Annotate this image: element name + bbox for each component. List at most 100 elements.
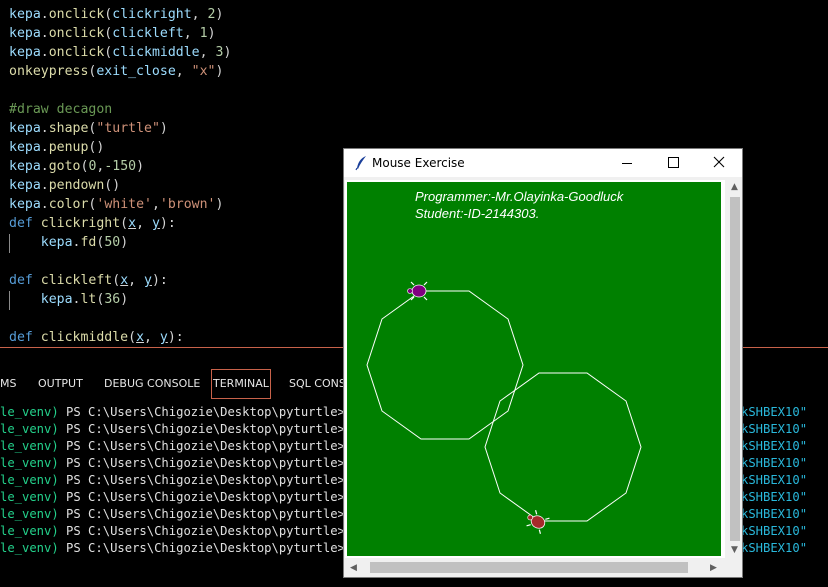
feather-icon [355,156,366,171]
code-token: def [9,216,41,231]
code-token: , [191,7,208,22]
terminal-env: le_venv) [0,405,59,419]
vertical-scroll-thumb[interactable] [730,197,740,541]
code-token: exit_close [96,64,176,79]
code-line: kepa.onclick(clickmiddle, 3) [9,43,231,62]
vertical-scrollbar[interactable]: ▲ ▼ [728,179,742,559]
scroll-right-icon[interactable]: ▶ [710,563,717,573]
code-token: . [40,121,49,136]
code-token: y [144,273,152,288]
code-token: onclick [48,7,105,22]
code-line: kepa.pendown() [9,176,120,195]
code-token: ) [215,7,224,22]
terminal-command-tail: kSHBEX10" [741,456,808,470]
terminal-command-tail: kSHBEX10" [741,405,808,419]
code-token: . [40,178,49,193]
code-token: kepa [9,140,41,155]
code-token: kepa [9,26,41,41]
tab-terminal[interactable]: TERMINAL [211,369,271,399]
scroll-up-icon[interactable]: ▲ [731,182,738,192]
code-token: , [151,197,160,212]
terminal-env: le_venv) [0,490,59,504]
code-token: ): [159,216,176,231]
code-token: 36 [104,292,121,307]
code-token: #draw decagon [9,102,113,117]
code-token: , [136,216,152,231]
code-token: clickmiddle [40,330,129,345]
code-token: ) [223,45,232,60]
terminal-env: le_venv) [0,507,59,521]
code-line: kepa.fd(50) [9,233,128,252]
minimize-button[interactable] [604,149,650,177]
terminal-prompt: PS C:\Users\Chigozie\Desktop\pyturtle> [58,541,353,555]
code-line: kepa.onclick(clickleft, 1) [9,24,216,43]
code-token: def [9,330,41,345]
code-token: clickright [40,216,121,231]
indent-guide [9,234,10,253]
code-token: . [40,140,49,155]
close-button[interactable] [696,149,742,177]
terminal-command-tail: kSHBEX10" [741,524,808,538]
tab-output[interactable]: OUTPUT [38,369,83,399]
terminal-command-tail: kSHBEX10" [741,490,808,504]
code-token: onclick [48,45,105,60]
code-token: ( [128,330,137,345]
code-token: shape [48,121,89,136]
code-token: ) [120,235,129,250]
terminal-env: le_venv) [0,439,59,453]
code-token: 50 [104,235,121,250]
terminal-env: le_venv) [0,541,59,555]
window-titlebar[interactable]: Mouse Exercise [344,149,742,177]
terminal-command-tail: kSHBEX10" [741,541,808,555]
programmer-label: Programmer:-Mr.Olayinka-Goodluck [415,189,625,204]
code-token: onkeypress [9,64,89,79]
code-token: ) [136,159,145,174]
code-line: kepa.color('white','brown') [9,195,223,214]
tab-problems[interactable]: MS [0,369,16,399]
indent-guide [9,291,10,310]
code-token: -150 [104,159,137,174]
scroll-down-icon[interactable]: ▼ [731,545,738,555]
terminal-env: le_venv) [0,456,59,470]
terminal-command-tail: kSHBEX10" [741,473,808,487]
terminal-env: le_venv) [0,524,59,538]
code-token: . [40,45,49,60]
code-token: kepa [9,45,41,60]
code-token: "turtle" [96,121,160,136]
terminal-line: le_venv) PS C:\Users\Chigozie\Desktop\py… [0,472,367,489]
terminal-prompt: PS C:\Users\Chigozie\Desktop\pyturtle> [58,473,353,487]
code-line: def clickmiddle(x, y): [9,328,184,347]
scroll-left-icon[interactable]: ◀ [350,563,357,573]
horizontal-scroll-thumb[interactable] [370,562,688,573]
turtle-canvas[interactable]: Programmer:-Mr.Olayinka-Goodluck Student… [344,179,728,559]
code-token: , [128,273,145,288]
code-token: kepa [40,235,73,250]
terminal-line: le_venv) PS C:\Users\Chigozie\Desktop\py… [0,404,367,421]
student-label: Student:-ID-2144303. [415,206,539,221]
terminal-prompt: PS C:\Users\Chigozie\Desktop\pyturtle> [58,524,353,538]
code-token: y [159,330,168,345]
code-token: x [136,330,145,345]
maximize-button[interactable] [650,149,696,177]
terminal-prompt: PS C:\Users\Chigozie\Desktop\pyturtle> [58,439,353,453]
code-token: ) [120,292,129,307]
horizontal-scrollbar[interactable]: ◀ ▶ [344,559,728,577]
terminal-prompt: PS C:\Users\Chigozie\Desktop\pyturtle> [58,490,353,504]
code-token: , [199,45,216,60]
terminal-prompt: PS C:\Users\Chigozie\Desktop\pyturtle> [58,422,353,436]
code-token: ) [207,26,216,41]
tab-debug-console[interactable]: DEBUG CONSOLE [104,369,200,399]
code-token: ( [112,273,121,288]
maximize-icon [668,157,679,168]
terminal-line: le_venv) PS C:\Users\Chigozie\Desktop\py… [0,455,367,472]
code-token: "x" [191,64,216,79]
code-line: def clickleft(x, y): [9,271,168,290]
terminal-line: le_venv) PS C:\Users\Chigozie\Desktop\py… [0,438,367,455]
code-line: onkeypress(exit_close, "x") [9,62,223,81]
code-token: pendown [48,178,105,193]
terminal-env: le_venv) [0,422,59,436]
code-line: kepa.penup() [9,138,104,157]
code-token: () [88,140,105,155]
code-token: def [9,273,41,288]
